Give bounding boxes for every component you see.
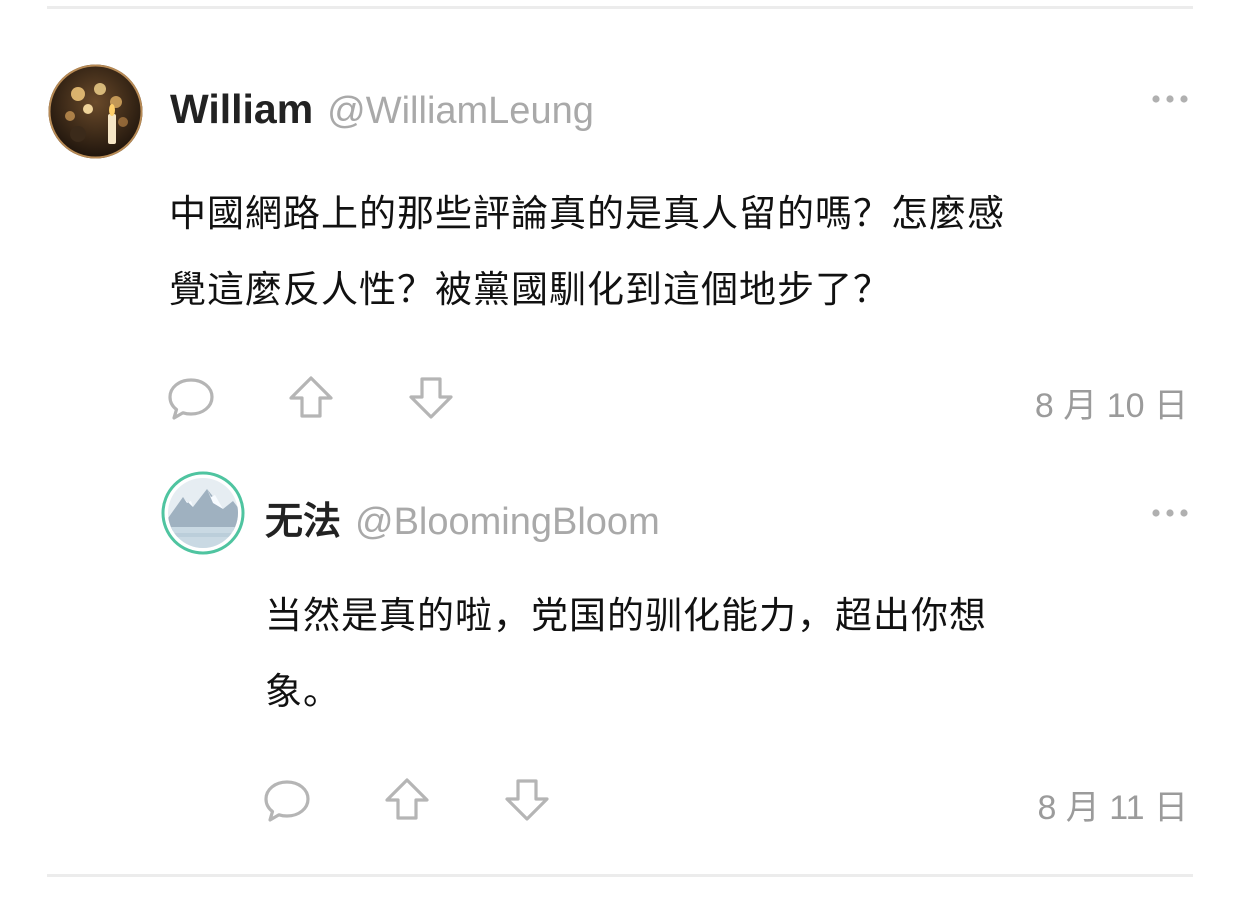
author-line: 无法 @BloomingBloom	[265, 490, 660, 545]
comment-line: 当然是真的啦，党国的驯化能力，超出你想	[265, 594, 987, 637]
display-name[interactable]: William	[170, 86, 313, 133]
reply-button[interactable]	[262, 778, 312, 828]
mountain-lake-avatar-icon	[161, 471, 245, 555]
comment-line: 中國網路上的那些評論真的是真人留的嗎？怎麼感	[169, 192, 1005, 235]
reply-button[interactable]	[166, 376, 216, 426]
avatar[interactable]	[48, 64, 143, 159]
author-line: William @WilliamLeung	[170, 86, 594, 133]
user-handle[interactable]: @BloomingBloom	[355, 501, 660, 544]
arrow-down-icon	[505, 779, 549, 821]
arrow-up-icon	[289, 376, 333, 418]
comment-date: 8 月 11 日	[1037, 789, 1188, 827]
comment-body: 当然是真的啦，党国的驯化能力，超出你想 象。	[265, 578, 1145, 730]
candlelight-avatar-icon	[48, 64, 143, 159]
comment-line: 象。	[265, 670, 341, 713]
top-divider	[47, 6, 1193, 9]
more-horizontal-icon	[1152, 509, 1188, 517]
display-name[interactable]: 无法	[265, 490, 341, 545]
bottom-divider	[47, 874, 1193, 877]
downvote-button[interactable]	[503, 777, 551, 827]
comment-date: 8 月 10 日	[1034, 387, 1188, 425]
arrow-down-icon	[409, 377, 453, 419]
comment-line: 覺這麼反人性？被黨國馴化到這個地步了？	[169, 268, 891, 311]
upvote-button[interactable]	[287, 374, 335, 424]
more-horizontal-icon	[1152, 95, 1188, 103]
avatar[interactable]	[161, 471, 245, 555]
upvote-button[interactable]	[383, 776, 431, 826]
speech-bubble-icon	[168, 378, 214, 420]
downvote-button[interactable]	[407, 375, 455, 425]
more-options-button[interactable]	[1150, 89, 1190, 109]
more-options-button[interactable]	[1150, 503, 1190, 523]
user-handle[interactable]: @WilliamLeung	[327, 90, 594, 133]
speech-bubble-icon	[264, 780, 310, 822]
arrow-up-icon	[385, 778, 429, 820]
comment-body: 中國網路上的那些評論真的是真人留的嗎？怎麼感 覺這麼反人性？被黨國馴化到這個地步…	[169, 176, 1199, 328]
